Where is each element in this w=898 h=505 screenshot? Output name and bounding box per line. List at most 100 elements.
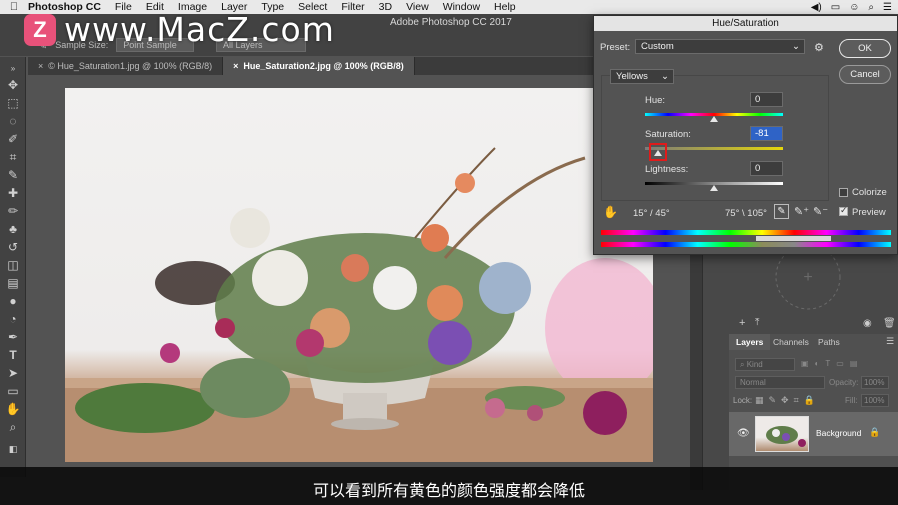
gradient-tool-icon[interactable]: ▤ (4, 275, 22, 291)
lightness-input[interactable]: 0 (750, 161, 783, 176)
crop-tool-icon[interactable]: ⌗ (4, 149, 22, 165)
layer-row-background[interactable]: 👁 Background 🔒 (729, 412, 898, 456)
channel-value: Yellows (616, 71, 648, 82)
display-icon[interactable]: ▭ (831, 2, 840, 13)
upload-icon[interactable]: ⤒ (755, 317, 759, 328)
add-adjustment-icon[interactable]: + (739, 317, 745, 329)
menu-filter[interactable]: Filter (341, 1, 364, 13)
visibility-eye-icon[interactable]: 👁 (737, 428, 750, 439)
collapse-tools-icon[interactable]: » (4, 61, 22, 77)
opacity-label: Opacity: (829, 378, 859, 387)
channel-select[interactable]: Yellows ⌄ (610, 69, 674, 84)
flower-arrangement-image (65, 147, 653, 462)
tab-label: Hue_Saturation2.jpg @ 100% (RGB/8) (243, 61, 404, 71)
menu-3d[interactable]: 3D (379, 1, 392, 13)
tab-hue-saturation2[interactable]: × Hue_Saturation2.jpg @ 100% (RGB/8) (223, 57, 415, 75)
path-select-tool-icon[interactable]: ➤ (4, 365, 22, 381)
trash-icon[interactable]: 🗑 (883, 318, 896, 329)
panel-menu-icon[interactable]: ☰ (886, 336, 894, 347)
watermark-text: www.MacZ.com (64, 10, 335, 49)
layer-name[interactable]: Background (816, 428, 861, 438)
quick-select-tool-icon[interactable]: ✐ (4, 131, 22, 147)
pen-tool-icon[interactable]: ✒ (4, 329, 22, 345)
eyedropper-tool-icon[interactable]: ✎ (4, 167, 22, 183)
lock-icon: 🔒 (869, 427, 881, 437)
lock-icons[interactable]: ▦✎✥⌗🔒 (755, 395, 820, 406)
tab-close-icon[interactable]: × (38, 61, 43, 71)
colorize-label: Colorize (852, 187, 887, 198)
hand-tool-icon[interactable]: ✋ (4, 401, 22, 417)
search-icon: ⌕ (740, 360, 747, 369)
preset-value: Custom (641, 41, 674, 52)
menu-help[interactable]: Help (494, 1, 516, 13)
preset-label: Preset: (600, 42, 631, 53)
tools-panel: » ✥ ⬚ ◌ ✐ ⌗ ✎ ✚ ✏ ♣ ↺ ◫ ▤ ● ◔ ✒ T ➤ ▭ ✋ … (0, 57, 26, 477)
range-left-label: 15° / 45° (633, 208, 670, 219)
saturation-label: Saturation: (645, 129, 691, 140)
brush-tool-icon[interactable]: ✏ (4, 203, 22, 219)
zoom-tool-icon[interactable]: ⌕ (4, 419, 22, 435)
type-tool-icon[interactable]: T (4, 347, 22, 363)
cancel-button[interactable]: Cancel (839, 65, 891, 84)
preview-label: Preview (852, 207, 886, 218)
stamp-tool-icon[interactable]: ♣ (4, 221, 22, 237)
input-color-bar (601, 230, 891, 235)
visibility-toggle-icon[interactable]: ◉ (863, 318, 872, 329)
dodge-tool-icon[interactable]: ◔ (4, 311, 22, 327)
tab-channels[interactable]: Channels (766, 334, 816, 350)
lock-label: Lock: (733, 396, 753, 405)
blur-tool-icon[interactable]: ● (4, 293, 22, 309)
preset-select[interactable]: Custom ⌄ (635, 39, 805, 54)
shape-tool-icon[interactable]: ▭ (4, 383, 22, 399)
fill-input[interactable]: 100% (861, 394, 889, 407)
ok-button[interactable]: OK (839, 39, 891, 58)
eyedropper-plus-icon[interactable]: ✎⁺ (794, 205, 809, 218)
color-range-selector[interactable] (756, 236, 831, 241)
hue-label: Hue: (645, 95, 666, 106)
eyedropper-icon[interactable]: ✎ (774, 204, 789, 219)
output-color-bar (601, 242, 891, 247)
kind-label: Kind (746, 360, 763, 369)
eyedropper-minus-icon[interactable]: ✎⁻ (813, 205, 828, 218)
lasso-tool-icon[interactable]: ◌ (4, 113, 22, 129)
colorize-checkbox[interactable] (839, 188, 848, 197)
hue-input[interactable]: 0 (750, 92, 783, 107)
layer-thumbnail-image (766, 426, 806, 447)
gear-icon[interactable]: ⚙ (814, 41, 824, 54)
search-icon[interactable]: ⌕ (868, 2, 874, 13)
menu-view[interactable]: View (406, 1, 429, 13)
saturation-input[interactable]: -81 (750, 126, 783, 141)
lightness-slider-thumb[interactable] (710, 185, 718, 191)
color-swatches-icon[interactable]: ◧ (4, 441, 22, 457)
svg-text:+: + (803, 269, 812, 286)
list-icon[interactable]: ☰ (883, 2, 892, 13)
lightness-label: Lightness: (645, 164, 689, 175)
filter-kind-select[interactable]: ⌕ Kind (735, 358, 795, 371)
eraser-tool-icon[interactable]: ◫ (4, 257, 22, 273)
hue-saturation-dialog: Hue/Saturation Preset: Custom ⌄ ⚙ OK Can… (593, 15, 898, 255)
menubar-status-icons: ◀) ▭ ☺ ⌕ ☰ (811, 0, 892, 14)
chevron-down-icon: ⌄ (792, 41, 800, 52)
blend-mode-select[interactable]: Normal (735, 376, 825, 389)
targeted-adjustment-hand-icon[interactable]: ✋ (603, 205, 618, 219)
history-brush-tool-icon[interactable]: ↺ (4, 239, 22, 255)
subtitle-bar: 可以看到所有黄色的颜色强度都会降低 (0, 467, 898, 505)
tab-close-icon[interactable]: × (233, 61, 238, 71)
user-icon[interactable]: ☺ (849, 2, 859, 13)
layer-filter-icons[interactable]: ▣◐T▭▤ (801, 359, 863, 368)
tab-layers[interactable]: Layers (729, 334, 771, 350)
move-tool-icon[interactable]: ✥ (4, 77, 22, 93)
tab-label: © Hue_Saturation1.jpg @ 100% (RGB/8) (48, 61, 213, 71)
highlight-box (649, 143, 668, 161)
opacity-input[interactable]: 100% (861, 376, 889, 389)
fill-label: Fill: (845, 396, 858, 405)
document-canvas-image[interactable] (65, 88, 653, 462)
tab-hue-saturation1[interactable]: × © Hue_Saturation1.jpg @ 100% (RGB/8) (28, 57, 224, 75)
hue-slider-thumb[interactable] (710, 116, 718, 122)
tab-paths[interactable]: Paths (811, 334, 847, 350)
healing-brush-tool-icon[interactable]: ✚ (4, 185, 22, 201)
volume-icon[interactable]: ◀) (811, 2, 822, 13)
preview-checkbox[interactable] (839, 205, 848, 216)
menu-window[interactable]: Window (443, 1, 480, 13)
marquee-tool-icon[interactable]: ⬚ (4, 95, 22, 111)
